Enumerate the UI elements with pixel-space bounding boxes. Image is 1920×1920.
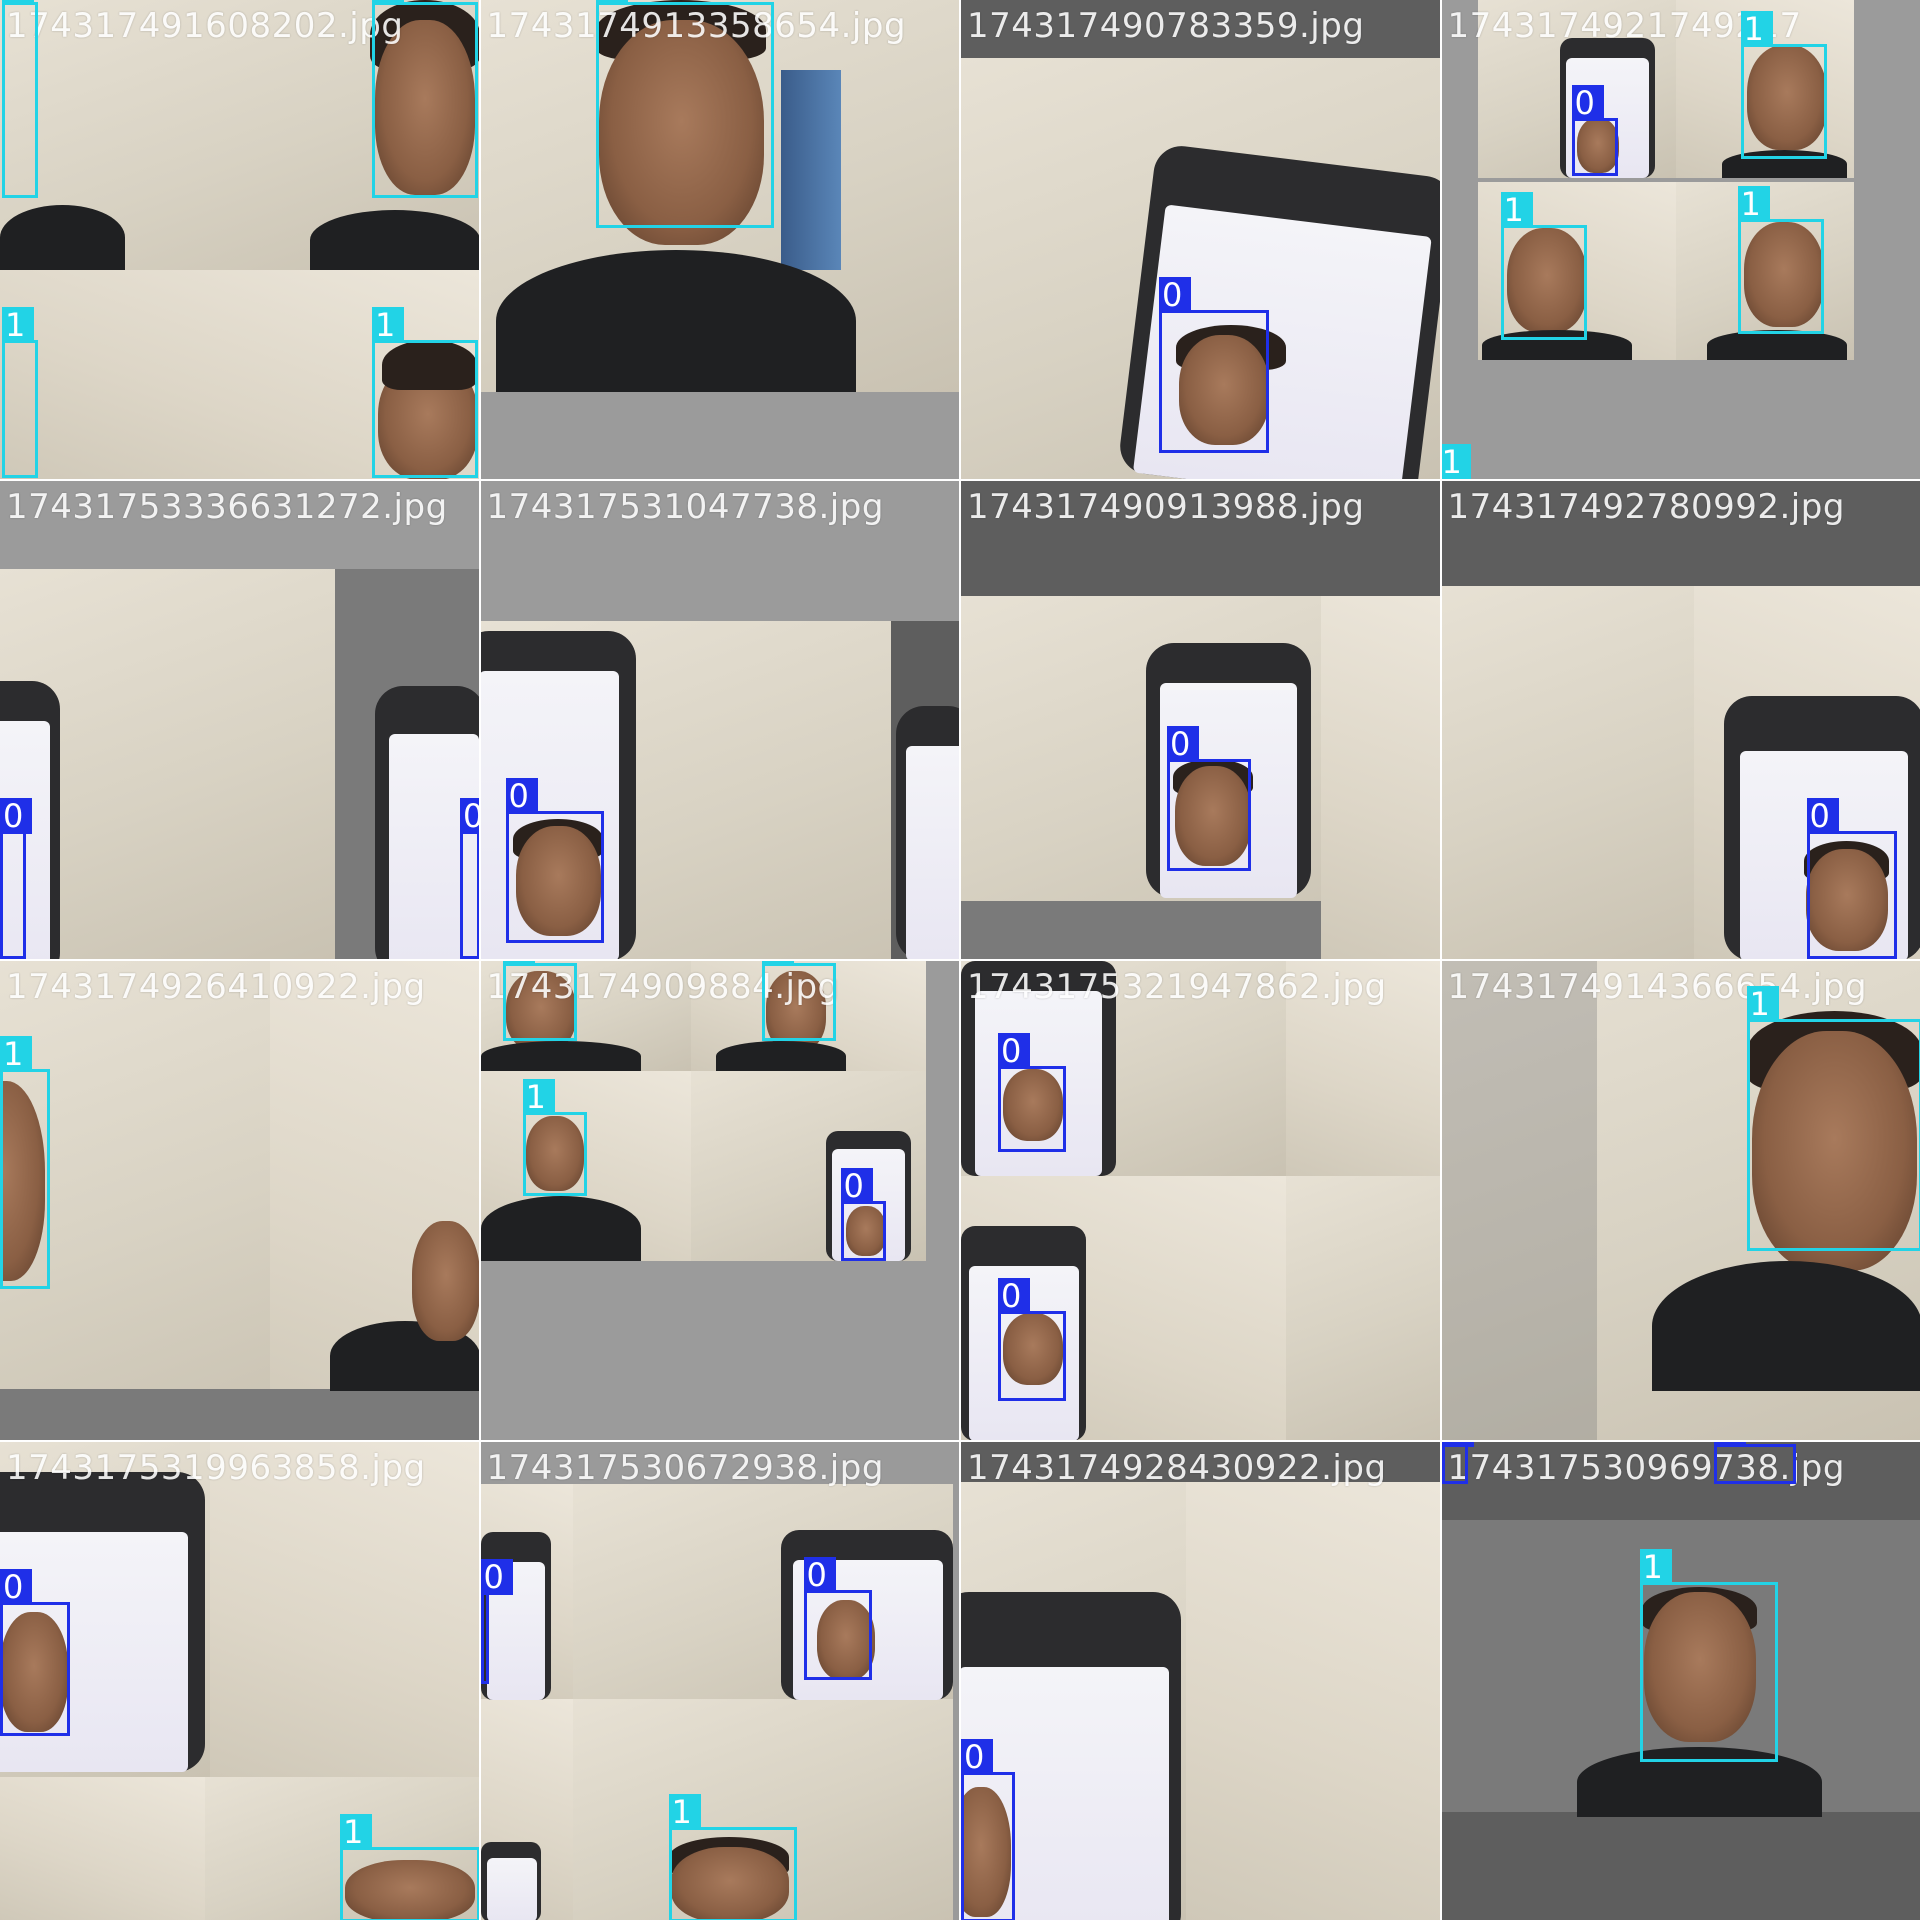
- filename-label: 1743175333663127​2.jpg: [6, 486, 448, 527]
- class-label: 1: [1737, 186, 1770, 222]
- detection-box: 1: [2, 307, 38, 478]
- class-label: 0: [961, 1738, 993, 1775]
- detection-box: 0: [1167, 725, 1251, 871]
- detection-box: 0: [460, 797, 479, 959]
- detection-box: 1: [761, 961, 836, 1041]
- class-label: 0: [1167, 725, 1199, 762]
- class-label: 0: [1159, 277, 1191, 313]
- detection-box: 0: [0, 797, 32, 959]
- mosaic-tile: 174317530672938.jpg 0 0 1: [480, 1441, 959, 1920]
- detection-box: 0: [1441, 1441, 1474, 1484]
- detection-box: 1: [668, 1793, 797, 1920]
- mosaic-tile: 1743175321947862.jpg 0 0: [961, 961, 1440, 1440]
- filename-label: 1743174928430922.jpg: [967, 1447, 1387, 1488]
- mosaic-tile: 1743174914366654.jpg 1: [1441, 961, 1920, 1440]
- mosaic-tile: 1743174921749217 0 1 1 1 1: [1441, 0, 1920, 479]
- class-label: 1: [372, 307, 404, 343]
- detection-box: 1: [595, 0, 774, 228]
- detection-box: 1: [1639, 1548, 1778, 1762]
- class-label: 0: [460, 797, 479, 834]
- class-label: 0: [840, 1168, 873, 1204]
- class-label: 0: [803, 1556, 836, 1593]
- mosaic-tile: 1743174913358654.jpg 1: [480, 0, 959, 479]
- filename-label: 174317490783359.jpg: [967, 6, 1365, 46]
- detection-box: 0: [0, 1568, 70, 1736]
- phone-photo: [895, 705, 959, 959]
- mosaic-tile: 174317492780992.jpg 0: [1441, 480, 1920, 959]
- detection-box: 0: [505, 777, 604, 943]
- class-label: 0: [1571, 85, 1604, 121]
- detection-box: 1: [1740, 11, 1827, 159]
- class-label: 0: [1441, 1441, 1474, 1447]
- detection-box: 0: [961, 1738, 1015, 1920]
- phone-photo: [480, 1841, 541, 1920]
- mosaic-tile: 1743174916082​02.jpg 1 1 1 1: [0, 0, 479, 479]
- mosaic-grid: 1743174916082​02.jpg 1 1 1 1 17431749133…: [0, 0, 1920, 1920]
- class-label: 1: [1746, 986, 1779, 1022]
- detection-box: 1: [522, 1079, 587, 1196]
- class-label: 0: [480, 1558, 513, 1595]
- phone-photo: [480, 1531, 551, 1700]
- class-label: 1: [1639, 1548, 1672, 1585]
- detection-box: 0: [1713, 1441, 1796, 1484]
- filename-label: 1743174914366654.jpg: [1447, 967, 1868, 1007]
- class-label: 0: [1806, 797, 1839, 834]
- detection-box: 0: [480, 1558, 513, 1684]
- class-label: 1: [372, 0, 404, 5]
- mosaic-tile: 174317531047738.jpg 0: [480, 480, 959, 959]
- class-label: 1: [0, 1036, 32, 1072]
- class-label: 1: [668, 1793, 701, 1830]
- detection-box: 1: [1500, 192, 1587, 340]
- filename-label: 174317490913988.jpg: [967, 486, 1365, 527]
- detection-box: 0: [840, 1168, 886, 1261]
- filename-label: 1743175321947862.jpg: [967, 967, 1387, 1007]
- class-label: 1: [1441, 444, 1471, 479]
- class-label: 0: [1713, 1441, 1746, 1447]
- detection-box: 1: [1746, 986, 1920, 1251]
- detection-box: 1: [2, 0, 38, 198]
- filename-label: 174317530672938.jpg: [486, 1447, 884, 1488]
- class-label: 1: [502, 961, 535, 966]
- mosaic-tile: 174317490783359.jpg 0: [961, 0, 1440, 479]
- filename-label: 1743174926410922.jpg: [6, 967, 426, 1007]
- detection-box: 1: [340, 1813, 479, 1920]
- mosaic-tile: 1743174909884.jpg 1 1 1 0: [480, 961, 959, 1440]
- class-label: 1: [340, 1813, 372, 1850]
- mosaic-tile: 1743174928430922.jpg 0: [961, 1441, 1440, 1920]
- class-label: 1: [595, 0, 628, 5]
- filename-label: 174317492780992.jpg: [1447, 486, 1845, 527]
- detection-box: 1: [372, 307, 478, 478]
- mosaic-tile: 1743175333663127​2.jpg 0 0: [0, 480, 479, 959]
- detection-box: 1: [502, 961, 577, 1041]
- filename-label: 1743175319963858.jpg: [6, 1447, 426, 1488]
- class-label: 1: [1500, 192, 1533, 228]
- detection-box: 0: [1571, 85, 1618, 176]
- detection-box: 0: [998, 1033, 1066, 1152]
- mosaic-tile: 1743174926410922.jpg 1: [0, 961, 479, 1440]
- class-label: 0: [0, 797, 32, 834]
- detection-box: 0: [803, 1556, 872, 1680]
- filename-label: 1743174916082​02.jpg: [6, 6, 404, 46]
- class-label: 0: [505, 777, 538, 814]
- class-label: 1: [761, 961, 794, 966]
- mosaic-tile: 1743175319963858.jpg 0 1: [0, 1441, 479, 1920]
- detection-box: 1: [1737, 186, 1824, 334]
- mosaic-tile: 174317490913988.jpg 0: [961, 480, 1440, 959]
- detection-box: 0: [1806, 797, 1897, 959]
- detection-box: 1: [0, 1036, 50, 1289]
- detection-box: 0: [998, 1278, 1066, 1401]
- class-label: 0: [998, 1033, 1030, 1069]
- filename-label: 174317531047738.jpg: [486, 486, 884, 527]
- class-label: 1: [2, 0, 34, 5]
- class-label: 1: [1740, 11, 1773, 47]
- detection-box: 1: [372, 0, 478, 198]
- class-label: 0: [0, 1568, 32, 1605]
- detection-box: 0: [1159, 277, 1269, 453]
- class-label: 1: [2, 307, 34, 343]
- class-label: 0: [998, 1278, 1030, 1314]
- class-label: 1: [522, 1079, 555, 1115]
- mosaic-tile: 174317530969738.jpg 0 0 1: [1441, 1441, 1920, 1920]
